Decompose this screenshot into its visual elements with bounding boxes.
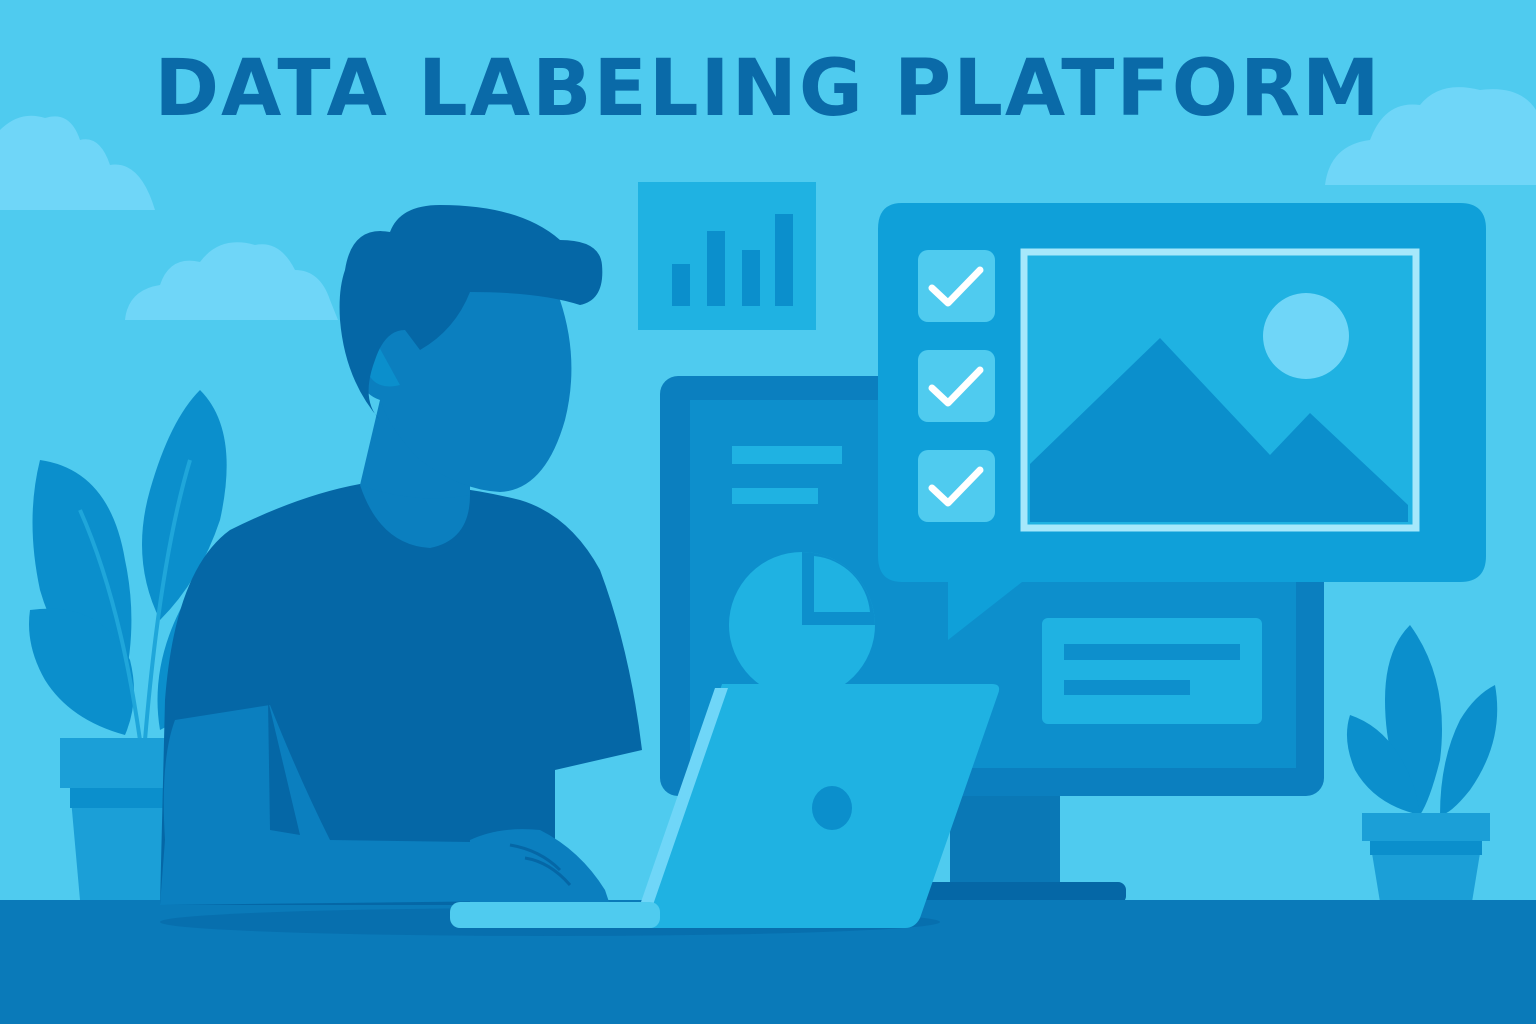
checklist <box>918 250 995 522</box>
illustration-scene: DATA LABELING PLATFORM <box>0 0 1536 1024</box>
laptop-logo-icon <box>812 786 852 830</box>
illustration-art <box>0 0 1536 1024</box>
page-title: DATA LABELING PLATFORM <box>154 44 1382 134</box>
pie-chart-icon <box>729 552 875 698</box>
image-icon <box>1020 248 1420 532</box>
bar-chart-card <box>638 182 816 330</box>
labeling-panel <box>878 203 1486 640</box>
